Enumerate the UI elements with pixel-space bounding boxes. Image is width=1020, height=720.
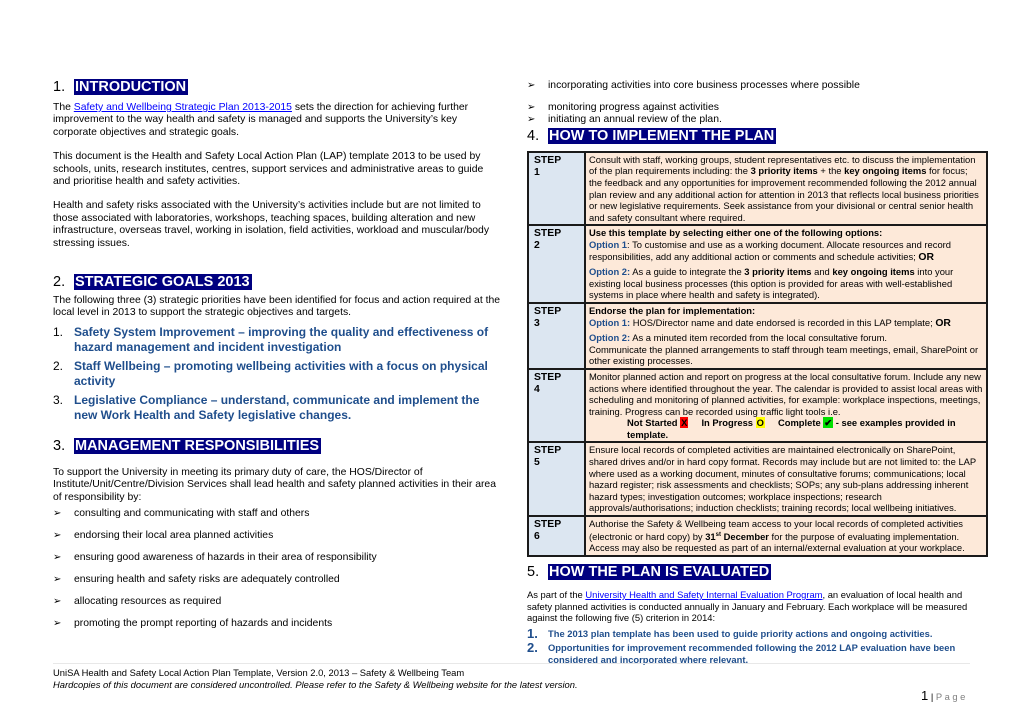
complete-check-icon: ✔	[823, 417, 834, 429]
page-number: 1 | Page	[921, 688, 968, 703]
arrowhead-bullet-icon: ➢	[53, 530, 62, 542]
implementation-steps-table: STEP 1 Consult with staff, working groups…	[527, 150, 988, 557]
arrowhead-bullet-icon: ➢	[527, 114, 536, 126]
goals-list: 1. Safety System Improvement – improving …	[53, 325, 503, 423]
evaluation-paragraph: As part of the University Health and Saf…	[527, 588, 968, 624]
right-column: ➢ incorporating activities into core busi…	[527, 80, 989, 666]
step-body: Authorise the Safety & Wellbeing team ac…	[584, 515, 988, 557]
traffic-light-legend: Not Started X In Progress O Complete ✔ -…	[627, 417, 956, 440]
arrowhead-bullet-icon: ➢	[53, 618, 62, 630]
table-row: STEP 1 Consult with staff, working groups…	[527, 150, 988, 227]
table-row: STEP 2 Use this template by selecting eit…	[527, 224, 988, 304]
evaluation-program-link[interactable]: University Health and Safety Internal Ev…	[585, 589, 822, 600]
step-label: STEP 3	[527, 301, 586, 370]
list-item: ➢ monitoring progress against activities	[527, 102, 719, 113]
list-item: ➢ ensuring good awareness of hazards in t…	[53, 552, 377, 564]
step-body: Monitor planned action and report on pro…	[584, 367, 988, 444]
list-item: ➢ promoting the prompt reporting of hazar…	[53, 618, 333, 630]
list-item: ➢ ensuring health and safety risks are ad…	[53, 574, 340, 586]
goal-item: 2. Staff Wellbeing – promoting wellbeing …	[53, 358, 488, 388]
table-row: STEP 4 Monitor planned action and report …	[527, 367, 988, 444]
heading-how-to-implement: 4. HOW TO IMPLEMENT THE PLAN	[527, 127, 777, 144]
arrowhead-bullet-icon: ➢	[527, 102, 536, 113]
arrowhead-bullet-icon: ➢	[527, 80, 536, 91]
left-column: 1. INTRODUCTION The Safety and Wellbeing…	[53, 78, 503, 640]
step-label: STEP 5	[527, 441, 586, 518]
heading-strategic-goals: 2. STRATEGIC GOALS 2013	[53, 274, 252, 291]
step-body: Consult with staff, working groups, stud…	[584, 150, 988, 227]
step-label: STEP 2	[527, 224, 586, 304]
intro-paragraph-3: Health and safety risks associated with …	[53, 200, 490, 249]
criteria-list: 1. The 2013 plan template has been used t…	[527, 625, 989, 666]
list-item: ➢ initiating an annual review of the plan…	[527, 114, 722, 126]
mgmt-bullets: ➢ consulting and communicating with staff…	[53, 508, 503, 640]
footer-disclaimer: Hardcopies of this document are consider…	[53, 679, 578, 690]
step-label: STEP 1	[527, 150, 586, 227]
heading-introduction: 1. INTRODUCTION	[53, 79, 189, 95]
goals-intro: The following three (3) strategic priori…	[53, 295, 501, 319]
arrowhead-bullet-icon: ➢	[53, 574, 62, 586]
intro-paragraph-1: The Safety and Wellbeing Strategic Plan …	[53, 102, 469, 138]
table-row: STEP 6 Authorise the Safety & Wellbeing t…	[527, 515, 988, 557]
footer-version-line: UniSA Health and Safety Local Action Pla…	[53, 667, 465, 678]
table-row: STEP 5 Ensure local records of completed …	[527, 441, 988, 518]
table-row: STEP 3 Endorse the plan for implementatio…	[527, 301, 988, 370]
mgmt-intro: To support the University in meeting its…	[53, 466, 496, 503]
not-started-x-icon: X	[680, 417, 689, 429]
step-body: Endorse the plan for implementation: Opt…	[584, 301, 988, 370]
strategic-plan-link[interactable]: Safety and Wellbeing Strategic Plan 2013…	[74, 102, 292, 113]
list-item: ➢ consulting and communicating with staff…	[53, 508, 310, 520]
in-progress-o-icon: O	[755, 417, 765, 429]
step-body: Use this template by selecting either on…	[584, 224, 988, 304]
page-footer: UniSA Health and Safety Local Action Pla…	[53, 663, 970, 691]
arrowhead-bullet-icon: ➢	[53, 552, 62, 564]
goal-item: 3. Legislative Compliance – understand, c…	[53, 392, 480, 422]
heading-management-responsibilities: 3. MANAGEMENT RESPONSIBILITIES	[53, 437, 322, 454]
criterion-item: 1. The 2013 plan template has been used t…	[527, 625, 933, 641]
heading-how-evaluated: 5. HOW THE PLAN IS EVALUATED	[527, 563, 772, 580]
arrowhead-bullet-icon: ➢	[53, 596, 62, 608]
step-label: STEP 4	[527, 367, 586, 444]
arrowhead-bullet-icon: ➢	[53, 508, 62, 520]
list-item: ➢ endorsing their local area planned acti…	[53, 530, 274, 542]
list-item: ➢ incorporating activities into core busi…	[527, 80, 860, 91]
intro-paragraph-2: This document is the Health and Safety L…	[53, 151, 484, 188]
list-item: ➢ allocating resources as required	[53, 596, 222, 608]
goal-item: 1. Safety System Improvement – improving …	[53, 324, 489, 354]
step-label: STEP 6	[527, 515, 586, 557]
step-body: Ensure local records of completed activi…	[584, 441, 988, 518]
